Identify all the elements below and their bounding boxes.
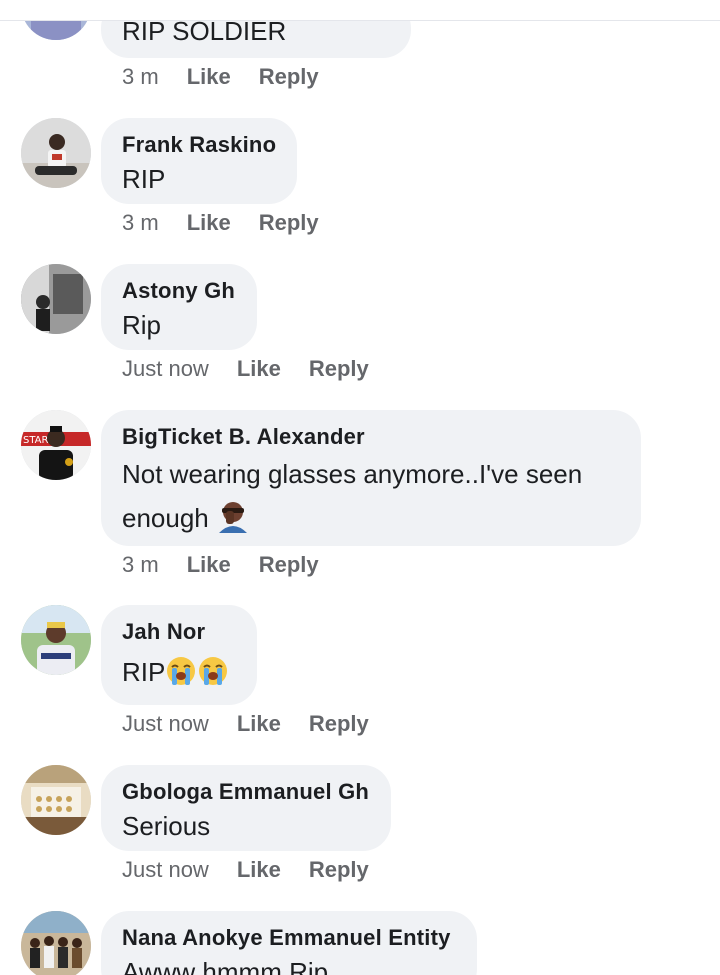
- reply-button[interactable]: Reply: [309, 356, 369, 381]
- comment-actions: Just now Like Reply: [122, 857, 369, 883]
- comment-text: Serious: [122, 811, 211, 841]
- comment-bubble: Jah Nor RIP: [101, 605, 257, 705]
- comment-author[interactable]: Frank Raskino: [122, 130, 276, 160]
- comment-actions: Just now Like Reply: [122, 711, 369, 737]
- like-button[interactable]: Like: [187, 210, 231, 235]
- comment-time: 3 m: [122, 64, 159, 89]
- comment-bubble: Gbologa Emmanuel Gh Serious: [101, 765, 391, 851]
- like-button[interactable]: Like: [187, 64, 231, 89]
- comment-time: Just now: [122, 711, 209, 736]
- reply-button[interactable]: Reply: [259, 210, 319, 235]
- comment-author[interactable]: Astony Gh: [122, 276, 235, 306]
- like-button[interactable]: Like: [237, 857, 281, 882]
- reply-button[interactable]: Reply: [259, 552, 319, 577]
- comment-actions: Just now Like Reply: [122, 356, 369, 382]
- profile-photo-outdoor-icon: [21, 605, 91, 675]
- comment-text: Not wearing glasses anymore..I've seen e…: [122, 452, 619, 546]
- comments-page: RIP SOLDIER 3 m Like Reply Frank Raskino R…: [0, 0, 720, 975]
- reply-button[interactable]: Reply: [309, 857, 369, 882]
- comment-time: Just now: [122, 356, 209, 381]
- avatar[interactable]: [21, 911, 91, 975]
- comment-time: 3 m: [122, 552, 159, 577]
- comment-text: RIP: [122, 655, 235, 695]
- comment-bubble: Astony Gh Rip: [101, 264, 257, 350]
- profile-photo-hall-icon: [21, 765, 91, 835]
- comment-actions: 3 m Like Reply: [122, 552, 319, 578]
- comment-author[interactable]: BigTicket B. Alexander: [122, 422, 619, 452]
- avatar[interactable]: [21, 118, 91, 188]
- like-button[interactable]: Like: [237, 711, 281, 736]
- loudly-crying-face-icon: [197, 655, 229, 695]
- comment-time: 3 m: [122, 210, 159, 235]
- comment-text: Rip: [122, 310, 162, 340]
- avatar[interactable]: [21, 264, 91, 334]
- comment-text-content: Not wearing glasses anymore..I've seen e…: [122, 459, 583, 533]
- comment-author[interactable]: Gbologa Emmanuel Gh: [122, 777, 369, 807]
- avatar[interactable]: [21, 605, 91, 675]
- comment-bubble: Frank Raskino RIP: [101, 118, 297, 204]
- comment-actions: 3 m Like Reply: [122, 210, 319, 236]
- avatar[interactable]: STARS: [21, 410, 91, 480]
- profile-photo-stars-banner-icon: STARS: [21, 410, 91, 480]
- profile-photo-group-icon: [21, 911, 91, 975]
- profile-photo-grayscale-icon: [21, 264, 91, 334]
- reply-button[interactable]: Reply: [309, 711, 369, 736]
- comment-bubble: Nana Anokye Emmanuel Entity Awww hmmm Ri…: [101, 911, 477, 975]
- comment-bubble: BigTicket B. Alexander Not wearing glass…: [101, 410, 641, 546]
- like-button[interactable]: Like: [237, 356, 281, 381]
- comment-text: Awww hmmm Rip: [122, 957, 329, 975]
- like-button[interactable]: Like: [187, 552, 231, 577]
- comment-time: Just now: [122, 857, 209, 882]
- comment-text: RIP: [122, 164, 166, 194]
- profile-photo-person-sitting-icon: [21, 118, 91, 188]
- top-bar: [0, 0, 720, 21]
- comment-author[interactable]: Jah Nor: [122, 617, 235, 647]
- loudly-crying-face-icon: [165, 655, 197, 695]
- comment-author[interactable]: Nana Anokye Emmanuel Entity: [122, 923, 455, 953]
- avatar[interactable]: [21, 765, 91, 835]
- comment-text-content: RIP: [122, 657, 166, 687]
- comment-actions: 3 m Like Reply: [122, 64, 319, 90]
- man-facepalming-icon: [216, 499, 250, 546]
- reply-button[interactable]: Reply: [259, 64, 319, 89]
